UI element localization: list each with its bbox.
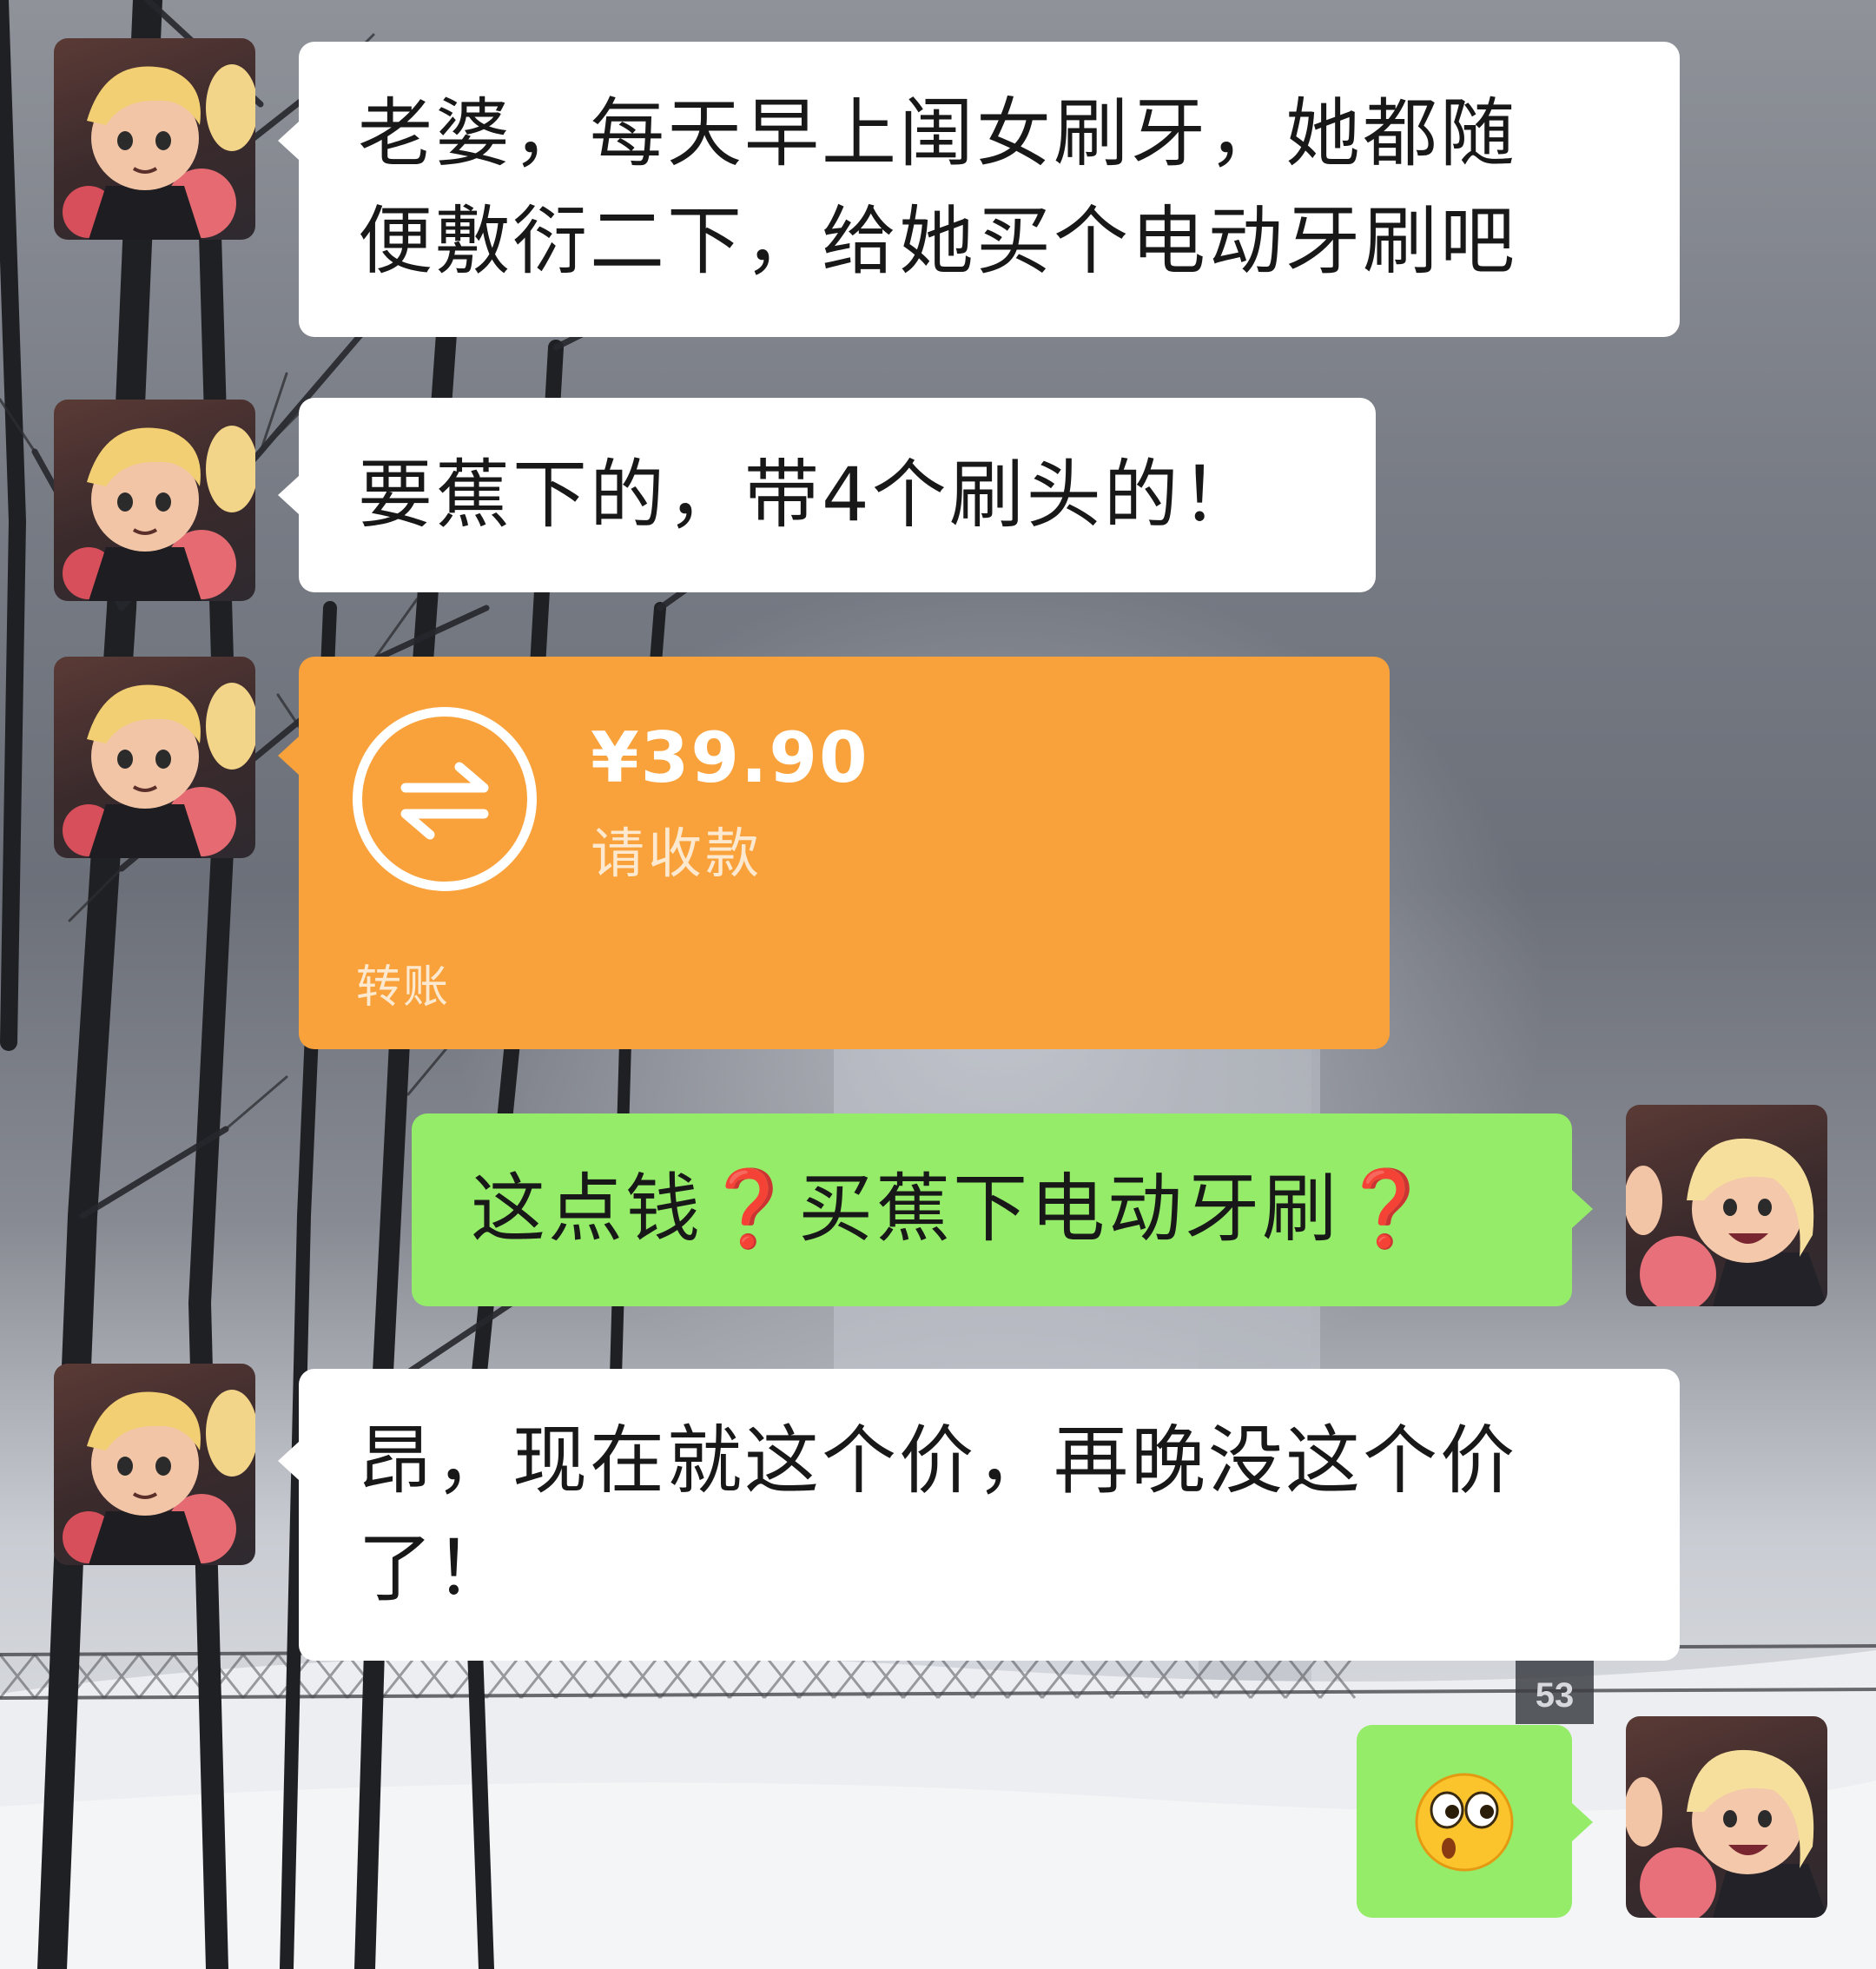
message-bubble[interactable]: 老婆，每天早上闺女刷牙，她都随 便敷衍二下，给她买个电动牙刷吧 (299, 42, 1680, 337)
self-avatar[interactable] (1626, 1105, 1827, 1306)
bubble-tail (1572, 1190, 1593, 1228)
bubble-tail (278, 737, 299, 775)
contact-avatar[interactable] (54, 400, 255, 601)
message-line: 了！ (358, 1525, 512, 1612)
transfer-card[interactable]: ¥39.90 请收款 转账 (299, 657, 1390, 1049)
contact-avatar[interactable] (54, 657, 255, 858)
bubble-tail (278, 122, 299, 160)
message-bubble-self[interactable] (1357, 1725, 1572, 1918)
message-line: 便敷衍二下，给她买个电动牙刷吧 (358, 198, 1517, 285)
avatar-girl-icon (1626, 1138, 1827, 1306)
avatar-boy-icon (63, 1390, 255, 1565)
message-text: 要蕉下的，带4个刷头的！ (358, 452, 1258, 539)
message-bubble[interactable]: 昂，现在就这个价，再晚没这个价 了！ (299, 1369, 1680, 1661)
message-segment: 买蕉下电动牙刷 (798, 1166, 1340, 1252)
message-line: 老婆，每天早上闺女刷牙，她都随 (358, 90, 1517, 177)
sign-number: 53 (1536, 1676, 1575, 1715)
avatar-girl-icon (1626, 1749, 1827, 1918)
transfer-status: 请收款 (591, 822, 763, 885)
message-text: 昂，现在就这个价，再晚没这个价 了！ (358, 1407, 1517, 1622)
contact-avatar[interactable] (54, 38, 255, 240)
message-segment: 这点钱 (471, 1166, 703, 1252)
message-bubble-self[interactable]: 这点钱❓买蕉下电动牙刷❓ (412, 1113, 1572, 1306)
self-avatar[interactable] (1626, 1716, 1827, 1918)
avatar-boy-icon (63, 64, 255, 240)
bubble-tail (278, 1442, 299, 1480)
message-bubble[interactable]: 要蕉下的，带4个刷头的！ (299, 398, 1376, 592)
transfer-amount: ¥39.90 (591, 717, 869, 798)
message-text: 老婆，每天早上闺女刷牙，她都随 便敷衍二下，给她买个电动牙刷吧 (358, 80, 1517, 295)
transfer-arrows-icon (400, 762, 489, 840)
question-mark-emoji: ❓ (703, 1166, 799, 1252)
transfer-label: 转账 (356, 961, 451, 1014)
bubble-tail (1572, 1803, 1593, 1841)
avatar-boy-icon (63, 683, 255, 858)
message-line: 昂，现在就这个价，再晚没这个价 (358, 1417, 1517, 1504)
surprised-face-emoji-icon (1415, 1773, 1514, 1872)
transfer-icon (353, 707, 537, 891)
avatar-boy-icon (63, 426, 255, 601)
contact-avatar[interactable] (54, 1364, 255, 1565)
message-text: 这点钱❓买蕉下电动牙刷❓ (471, 1155, 1435, 1263)
bubble-tail (278, 476, 299, 514)
question-mark-emoji: ❓ (1339, 1166, 1436, 1252)
